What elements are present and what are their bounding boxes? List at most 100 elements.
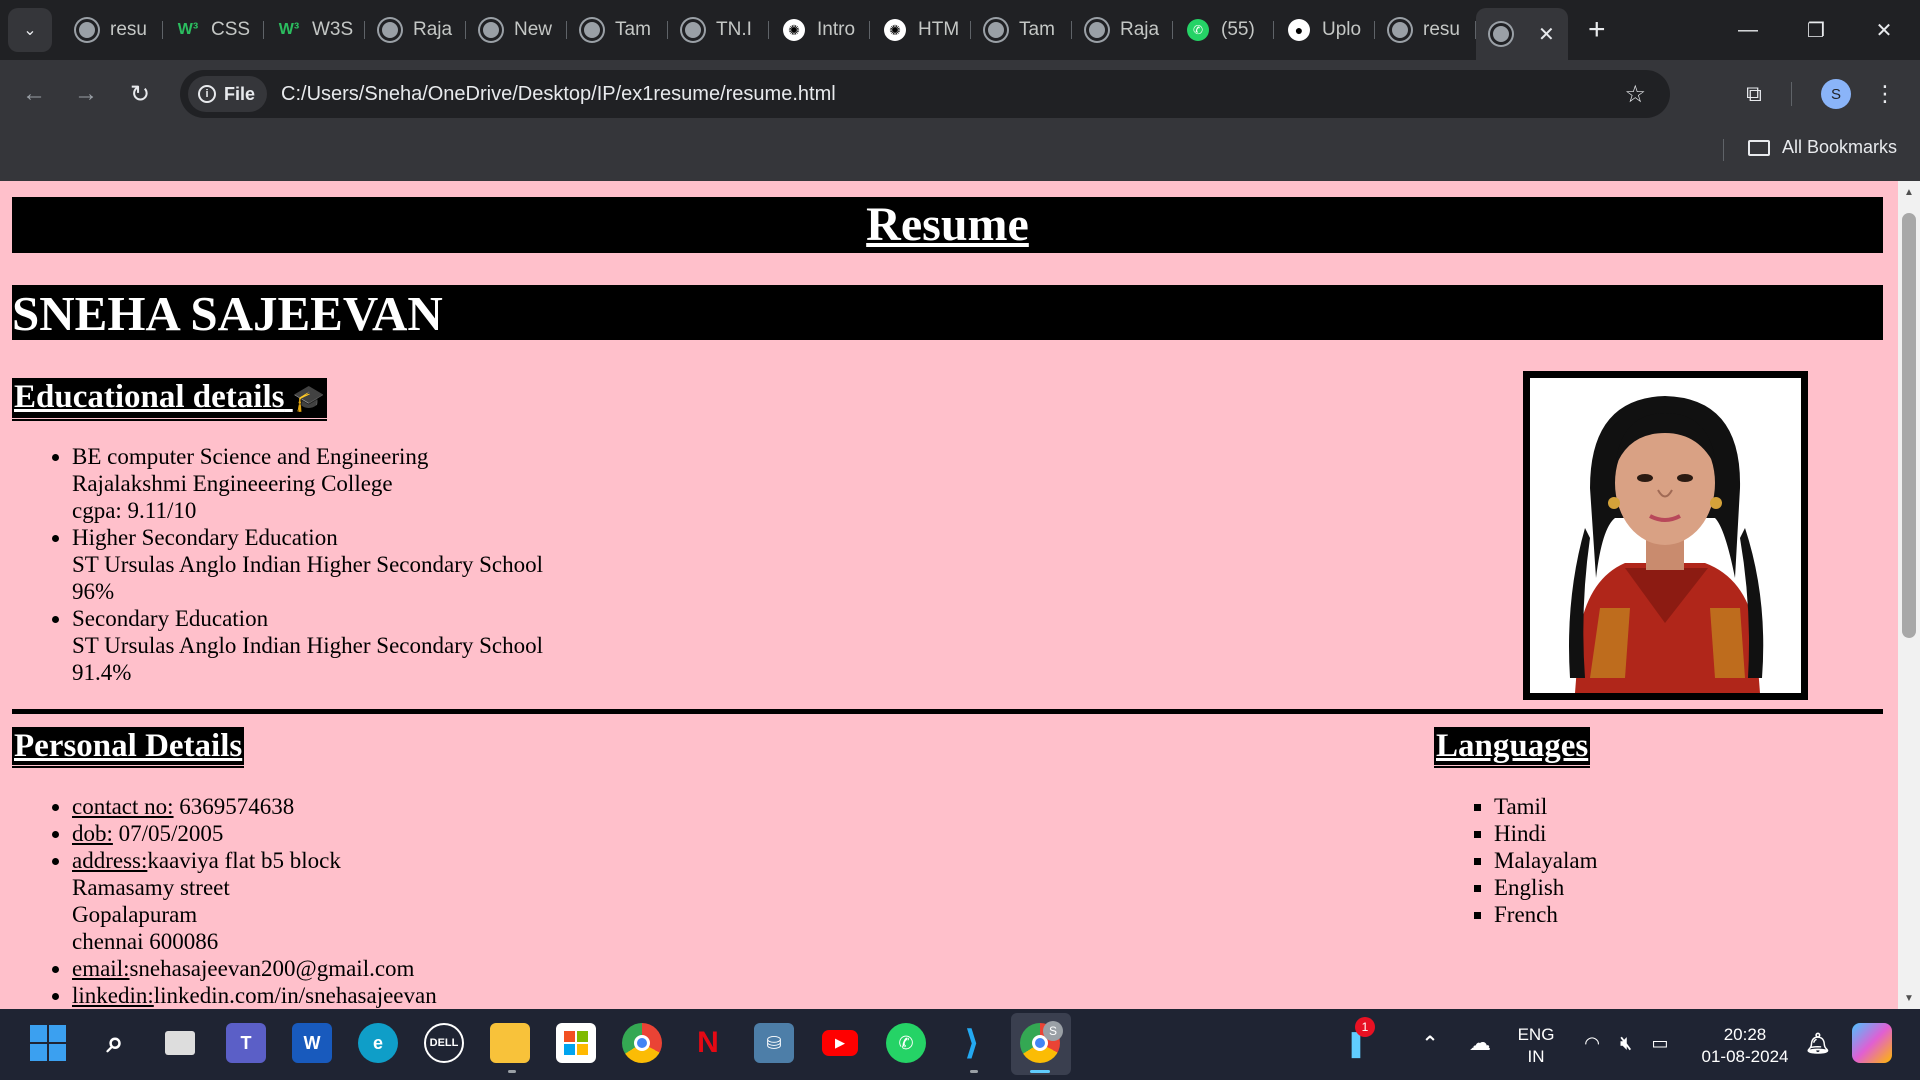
tab-label: resu [110,19,147,40]
globe-icon [1490,23,1512,45]
tab[interactable]: Tam [971,8,1072,52]
menu-kebab-icon[interactable]: ⋮ [1870,60,1900,128]
copilot-icon[interactable] [1852,1023,1892,1063]
address-line: chennai 600086 [72,929,219,954]
address-bar[interactable]: i File C:/Users/Sneha/OneDrive/Desktop/I… [180,70,1670,118]
chrome-icon[interactable] [622,1023,662,1063]
edu-institution: Rajalakshmi Engineeering College [72,471,393,496]
list-item: BE computer Science and Engineering Raja… [72,443,543,524]
youtube-icon[interactable]: ▶ [820,1023,860,1063]
whatsapp-icon: ✆ [1187,19,1209,41]
globe-icon [581,19,603,41]
url-text[interactable]: C:/Users/Sneha/OneDrive/Desktop/IP/ex1re… [281,83,836,106]
tab[interactable]: resu [1375,8,1476,52]
tab[interactable]: resu [62,8,163,52]
minimize-button[interactable]: — [1714,0,1782,60]
battery-charging-icon[interactable]: ▭ [1640,1023,1680,1063]
all-bookmarks-button[interactable]: All Bookmarks [1748,137,1897,158]
globe-icon [1086,19,1108,41]
new-tab-button[interactable]: + [1588,13,1606,47]
mysql-workbench-icon[interactable]: ⛁ [754,1023,794,1063]
dell-icon[interactable]: DELL [424,1023,464,1063]
vscode-icon[interactable]: ⟩ [952,1023,992,1063]
language-line2: IN [1527,1047,1545,1066]
portrait-image [1530,378,1801,693]
clock[interactable]: 20:28 01-08-2024 [1690,1024,1800,1068]
name-bar: SNEHA SAJEEVAN [12,285,1883,341]
scroll-up-icon[interactable]: ▲ [1898,181,1920,203]
tab-label: Intro [817,19,856,40]
folder-icon [1748,139,1770,156]
tab[interactable]: TN.I [668,8,769,52]
restore-button[interactable]: ❐ [1782,0,1850,60]
windows-start-icon[interactable] [28,1023,68,1063]
resume-title-bar: Resume [12,197,1883,253]
list-item: Hindi [1494,820,1597,847]
bookmarks-bar: All Bookmarks [0,128,1920,181]
onedrive-cloud-icon[interactable]: ☁ [1460,1023,1500,1063]
avatar: S [1821,79,1851,109]
bookmark-star-icon[interactable]: ☆ [1624,80,1646,109]
tab[interactable]: ✆ (55) [1173,8,1274,52]
netflix-icon[interactable]: N [688,1023,728,1063]
education-list: BE computer Science and Engineering Raja… [12,443,543,686]
site-info-chip[interactable]: i File [188,76,268,112]
tab[interactable]: New [466,8,567,52]
language-line1: ENG [1517,1025,1555,1044]
chatgpt-icon: ✺ [884,19,906,41]
windows-taskbar: ⌕ T W e DELL N ⛁ ▶ ✆ ⟩ S ❚ 1 ⌃ ☁ ENG IN … [0,1009,1920,1080]
whatsapp-icon[interactable]: ✆ [886,1023,926,1063]
page-title: Resume [866,198,1029,251]
clock-time: 20:28 [1723,1025,1767,1044]
edge-icon[interactable]: e [358,1023,398,1063]
list-item: Higher Secondary Education ST Ursulas An… [72,524,543,605]
chevron-up-icon[interactable]: ⌃ [1410,1023,1450,1063]
list-item: linkedin:linkedin.com/in/snehasajeevan [72,982,437,1009]
tab[interactable]: ● Uplo [1274,8,1375,52]
search-icon[interactable]: ⌕ [95,1023,135,1063]
reload-button[interactable]: ↻ [120,74,160,114]
site-chip-label: File [224,83,256,104]
file-explorer-icon[interactable] [490,1023,530,1063]
tab[interactable]: Raja [1072,8,1173,52]
profile-button[interactable]: S [1818,60,1854,128]
teams-icon[interactable]: T [226,1023,266,1063]
scroll-thumb[interactable] [1902,213,1916,638]
tab-search-button[interactable]: ⌄ [8,8,52,52]
page-scrollbar[interactable]: ▲ ▼ [1898,181,1920,1009]
back-button[interactable]: ← [14,74,54,114]
extensions-icon[interactable]: ⧉ [1736,60,1772,128]
tab-strip: ⌄ resu W³ CSS W³ W3S Raja New Tam TN.I ✺ In… [0,0,1920,60]
microsoft-store-icon[interactable] [556,1023,596,1063]
tab-label: TN.I [716,19,752,40]
edu-degree: BE computer Science and Engineering [72,444,429,469]
dob-value: 07/05/2005 [112,821,224,846]
close-window-button[interactable]: ✕ [1850,0,1918,60]
task-view-icon[interactable] [160,1023,200,1063]
notification-bell-icon[interactable]: 🔔︎ [1798,1023,1838,1063]
tab[interactable]: W³ W3S [264,8,365,52]
word-icon[interactable]: W [292,1023,332,1063]
tab[interactable]: ✺ HTM [870,8,971,52]
contact-label: contact no: [72,794,174,819]
language-indicator[interactable]: ENG IN [1516,1024,1556,1068]
list-item: email:snehasajeevan200@gmail.com [72,955,437,982]
tab-list: resu W³ CSS W³ W3S Raja New Tam TN.I ✺ Intr… [62,0,1606,60]
edu-score: 96% [72,579,115,604]
tab[interactable]: ✺ Intro [769,8,870,52]
all-bookmarks-label: All Bookmarks [1782,137,1898,157]
running-indicator [970,1070,978,1073]
tab-label: New [514,19,553,40]
list-item: English [1494,874,1597,901]
list-item: Tamil [1494,793,1597,820]
candidate-name: SNEHA SAJEEVAN [12,286,443,341]
scroll-down-icon[interactable]: ▼ [1898,987,1920,1009]
tab[interactable]: Raja [365,8,466,52]
bookmarks-divider [1723,139,1724,161]
close-tab-icon[interactable]: ✕ [1538,22,1555,47]
forward-button[interactable]: → [66,74,106,114]
tab[interactable]: W³ CSS [163,8,264,52]
tab[interactable]: Tam [567,8,668,52]
personal-details-heading: Personal Details [12,727,245,768]
tab-active[interactable]: ✕ [1476,8,1568,60]
